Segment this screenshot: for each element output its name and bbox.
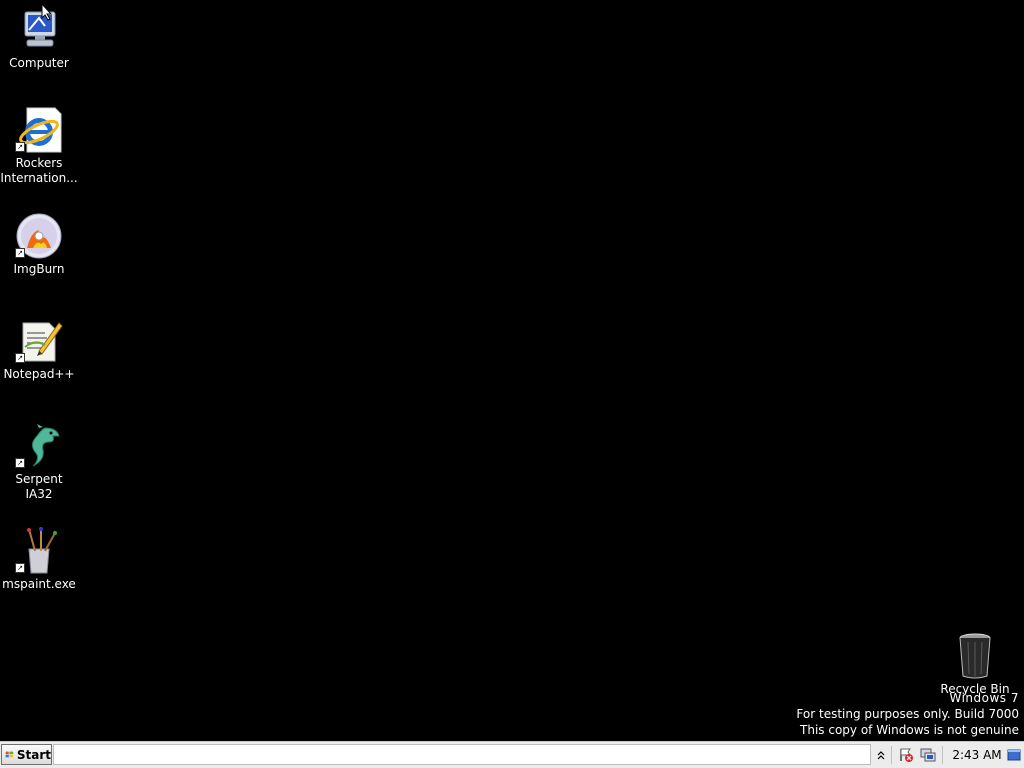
desktop-icon-label: mspaint.exe	[2, 577, 76, 591]
start-label: Start	[16, 747, 51, 762]
network-icon[interactable]	[919, 745, 937, 765]
notepadpp-icon: ↗	[15, 317, 63, 365]
internet-explorer-icon: ↗	[15, 106, 63, 154]
desktop-icon-label: Serpent IA32	[15, 472, 63, 501]
shortcut-arrow-icon: ↗	[15, 142, 25, 152]
taskbar-task-area[interactable]	[53, 744, 871, 765]
desktop-icon-label: Notepad++	[3, 367, 75, 381]
watermark-build: For testing purposes only. Build 7000	[796, 707, 1019, 721]
desktop[interactable]: Computer ↗ Rockers Internation... ↗ ImgB…	[0, 0, 1024, 741]
desktop-icon-rockers-internet[interactable]: ↗ Rockers Internation...	[0, 106, 78, 186]
shortcut-arrow-icon: ↗	[15, 563, 25, 573]
desktop-icon-serpent-ia32[interactable]: ↗ Serpent IA32	[0, 422, 78, 502]
desktop-icon-label: ImgBurn	[13, 262, 65, 276]
start-button[interactable]: Start	[1, 744, 52, 765]
taskbar: Start 2:43 AM	[0, 741, 1024, 768]
desktop-icon-recycle-bin[interactable]: Recycle Bin	[936, 632, 1014, 697]
recycle-bin-icon	[951, 632, 999, 680]
shortcut-arrow-icon: ↗	[15, 248, 25, 258]
show-desktop-icon[interactable]	[1006, 745, 1022, 765]
action-center-flag-icon[interactable]	[897, 745, 915, 765]
imgburn-disc-icon: ↗	[15, 212, 63, 260]
paint-brushes-icon: ↗	[15, 527, 63, 575]
serpent-dragon-icon: ↗	[15, 422, 63, 470]
mouse-pointer-icon	[41, 3, 53, 21]
desktop-icon-computer[interactable]: Computer	[0, 6, 78, 71]
windows-flag-icon	[5, 751, 14, 758]
shortcut-arrow-icon: ↗	[15, 353, 25, 363]
windows-watermark: Windows 7 For testing purposes only. Bui…	[796, 690, 1019, 738]
desktop-icon-label: Computer	[9, 56, 69, 70]
desktop-icon-label: Rockers Internation...	[0, 156, 78, 185]
tray-separator	[942, 746, 943, 764]
shortcut-arrow-icon: ↗	[15, 458, 25, 468]
watermark-title: Windows 7	[949, 691, 1019, 705]
taskbar-clock[interactable]: 2:43 AM	[950, 745, 1004, 765]
desktop-icon-imgburn[interactable]: ↗ ImgBurn	[0, 212, 78, 277]
desktop-icon-mspaint[interactable]: ↗ mspaint.exe	[0, 527, 78, 592]
watermark-genuine-notice: This copy of Windows is not genuine	[800, 723, 1019, 737]
desktop-icon-notepadpp[interactable]: ↗ Notepad++	[0, 317, 78, 382]
tray-separator	[891, 746, 892, 764]
show-hidden-icons-chevron-icon[interactable]	[874, 745, 888, 765]
computer-icon	[15, 6, 63, 54]
system-tray: 2:43 AM	[872, 743, 1024, 767]
